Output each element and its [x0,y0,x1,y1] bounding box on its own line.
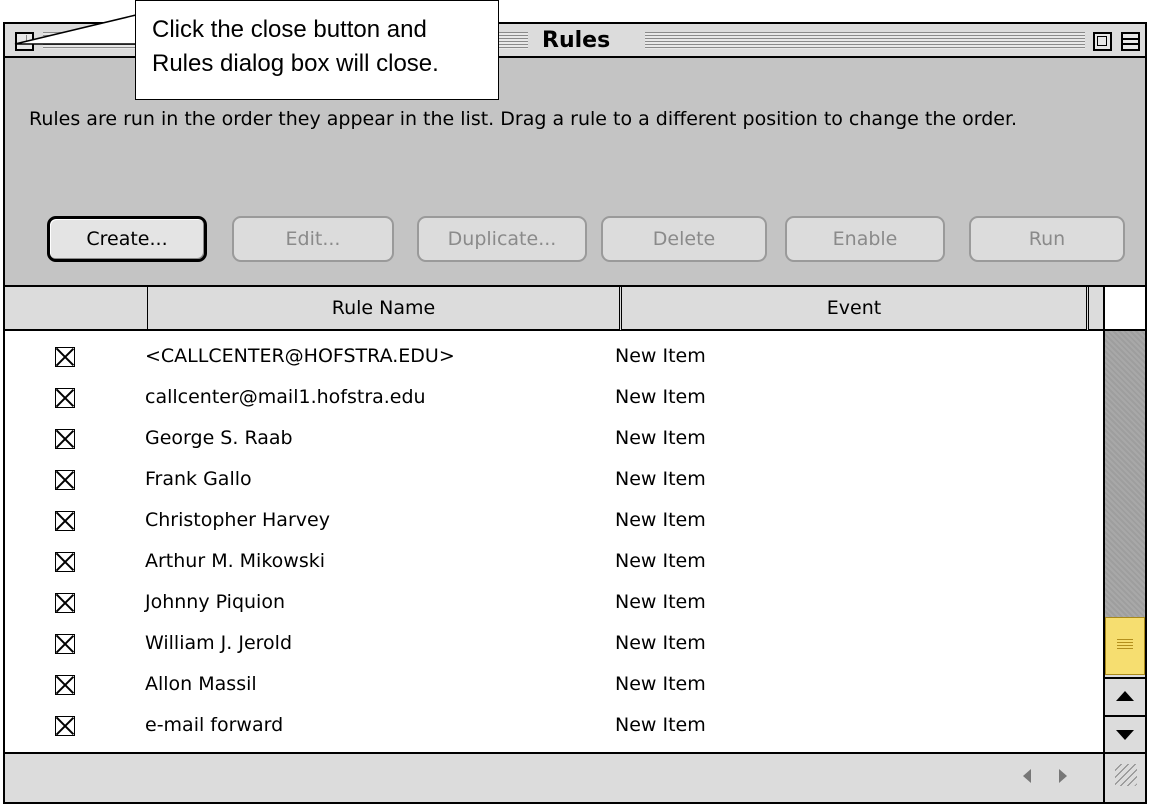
rule-name: Johnny Piquion [145,591,286,613]
window-title: Rules [532,28,621,54]
rule-event: New Item [615,632,706,654]
resize-grip-icon[interactable] [1103,752,1145,802]
checked-box-icon[interactable] [55,388,75,408]
header-rule-name[interactable]: Rule Name [148,287,622,331]
rule-event: New Item [615,714,706,736]
scroll-left-arrow-icon[interactable] [1019,766,1037,786]
rule-event: New Item [615,386,706,408]
rule-name: e-mail forward [145,714,284,736]
scroll-up-arrow-icon[interactable] [1105,677,1145,715]
table-row[interactable]: George S. Raab New Item [5,421,1103,462]
callout-line-2: Rules dialog box will close. [152,50,439,77]
title-stripes-right [645,32,1085,49]
scroll-down-arrow-icon[interactable] [1105,715,1145,753]
rule-name: Frank Gallo [145,468,252,490]
vertical-scrollbar[interactable] [1103,285,1145,753]
header-enabled-column[interactable] [5,287,148,331]
table-row[interactable]: Arthur M. Mikowski New Item [5,544,1103,585]
rule-name: Allon Massil [145,673,257,695]
delete-button[interactable]: Delete [601,216,767,262]
rule-event: New Item [615,673,706,695]
scroll-thumb[interactable] [1105,617,1145,675]
rules-window: Rules Rules are run in the order they ap… [3,22,1147,804]
collapse-box-icon[interactable] [1121,32,1140,51]
instruction-callout: Click the close button and Rules dialog … [135,0,499,100]
rule-event: New Item [615,345,706,367]
create-button[interactable]: Create... [47,216,207,262]
zoom-box-icon[interactable] [1093,32,1112,51]
rule-event: New Item [615,468,706,490]
rule-event: New Item [615,427,706,449]
checked-box-icon[interactable] [55,470,75,490]
instructions-text: Rules are run in the order they appear i… [29,108,1018,130]
table-row[interactable]: e-mail forward New Item [5,708,1103,749]
table-row[interactable]: callcenter@mail1.hofstra.edu New Item [5,380,1103,421]
rule-event: New Item [615,550,706,572]
horizontal-scrollbar[interactable] [5,752,1103,802]
table-row[interactable]: <CALLCENTER@HOFSTRA.EDU> New Item [5,339,1103,380]
rule-event: New Item [615,509,706,531]
run-button[interactable]: Run [969,216,1125,262]
header-spacer [1089,287,1103,331]
table-row[interactable]: William J. Jerold New Item [5,626,1103,667]
rule-name: William J. Jerold [145,632,293,654]
rule-name: <CALLCENTER@HOFSTRA.EDU> [145,345,455,367]
checked-box-icon[interactable] [55,716,75,736]
table-row[interactable]: Christopher Harvey New Item [5,503,1103,544]
checked-box-icon[interactable] [55,429,75,449]
rule-name: Christopher Harvey [145,509,330,531]
checked-box-icon[interactable] [55,634,75,654]
checked-box-icon[interactable] [55,347,75,367]
checked-box-icon[interactable] [55,552,75,572]
duplicate-button[interactable]: Duplicate... [417,216,587,262]
table-row[interactable]: Allon Massil New Item [5,667,1103,708]
enable-button[interactable]: Enable [785,216,945,262]
rule-event: New Item [615,591,706,613]
rule-name: Arthur M. Mikowski [145,550,326,572]
scroll-right-arrow-icon[interactable] [1053,766,1071,786]
table-row[interactable]: Johnny Piquion New Item [5,585,1103,626]
callout-line-1: Click the close button and [152,16,427,43]
header-event[interactable]: Event [622,287,1089,331]
rules-list[interactable]: Rule Name Event <CALLCENTER@HOFSTRA.EDU>… [5,285,1103,752]
close-box-icon[interactable] [15,32,34,51]
scrollbar-corner [1105,287,1145,331]
checked-box-icon[interactable] [55,593,75,613]
edit-button[interactable]: Edit... [232,216,394,262]
rule-name: George S. Raab [145,427,293,449]
rule-name: callcenter@mail1.hofstra.edu [145,386,426,408]
checked-box-icon[interactable] [55,511,75,531]
table-row[interactable]: Frank Gallo New Item [5,462,1103,503]
checked-box-icon[interactable] [55,675,75,695]
